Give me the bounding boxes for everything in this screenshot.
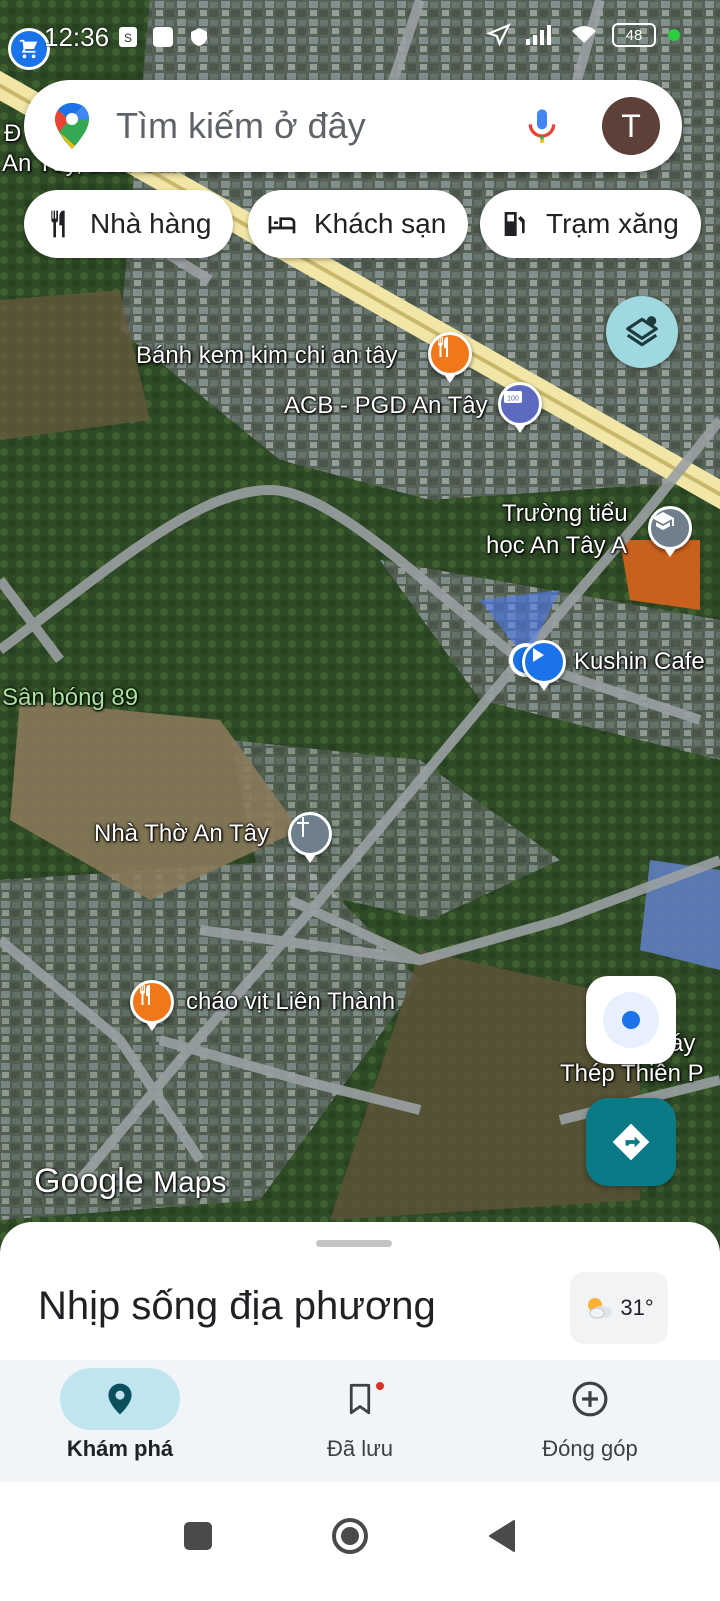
- map-label-school-line1[interactable]: Trường tiểu: [502, 500, 628, 528]
- play-arrow-icon: [533, 648, 544, 662]
- map-label-church[interactable]: Nhà Thờ An Tây: [94, 820, 269, 848]
- map-layers-button[interactable]: [606, 296, 678, 368]
- add-circle-icon: [572, 1381, 608, 1417]
- unread-dot-icon: [374, 1380, 386, 1392]
- nav-explore[interactable]: Khám phá: [0, 1360, 240, 1482]
- map-label-bank[interactable]: ACB - PGD An Tây: [284, 392, 488, 420]
- restaurant-pin-icon[interactable]: [428, 332, 472, 383]
- battery-level: 48: [625, 26, 643, 44]
- fork-knife-icon: [140, 985, 150, 1005]
- weather-chip[interactable]: 31°: [570, 1272, 668, 1344]
- chip-label: Nhà hàng: [90, 208, 212, 239]
- bookmark-icon: [349, 1383, 371, 1415]
- bottom-navigation: Khám phá Đã lưu Đóng góp: [0, 1360, 720, 1482]
- map-label-bakery[interactable]: Bánh kem kim chi an tây: [136, 342, 397, 370]
- svg-text:S: S: [124, 31, 132, 45]
- directions-button[interactable]: [586, 1098, 676, 1186]
- graduation-cap-icon: [652, 512, 674, 530]
- chip-restaurants[interactable]: Nhà hàng: [24, 190, 234, 258]
- logo-google: Google: [34, 1162, 144, 1200]
- chip-label: Khách sạn: [314, 208, 447, 239]
- shield-icon: [191, 28, 207, 46]
- map-label-cafe[interactable]: Kushin Cafe: [574, 648, 705, 676]
- cafe-pin-icon[interactable]: [522, 640, 566, 691]
- nav-pill: [530, 1368, 650, 1430]
- battery-indicator: 48: [612, 23, 656, 47]
- search-input[interactable]: Tìm kiếm ở đây: [116, 105, 522, 147]
- back-triangle-icon: [489, 1520, 515, 1552]
- nav-label: Khám phá: [66, 1436, 174, 1461]
- home-circle-icon: [332, 1518, 368, 1554]
- directions-icon: [612, 1123, 650, 1161]
- nav-pill: [300, 1368, 420, 1430]
- google-maps-watermark: Google Maps: [34, 1162, 226, 1201]
- navigation-arrow-icon: [486, 23, 512, 47]
- map-label-porridge[interactable]: cháo vịt Liên Thành: [186, 988, 395, 1016]
- home-button[interactable]: [322, 1508, 378, 1564]
- nav-label: Đã lưu: [326, 1436, 394, 1461]
- sheet-title: Nhịp sống địa phương: [38, 1284, 436, 1328]
- logo-maps: Maps: [153, 1166, 227, 1199]
- svg-text:100: 100: [507, 396, 519, 403]
- satellite-map[interactable]: Đ An Tây, Bến Cát Bánh kem kim chi an tâ…: [0, 0, 720, 1260]
- chip-gas-stations[interactable]: Trạm xăng: [480, 190, 701, 258]
- recent-apps-button[interactable]: [170, 1508, 226, 1564]
- nav-saved[interactable]: Đã lưu: [240, 1360, 480, 1482]
- cross-icon: [297, 817, 309, 837]
- layers-icon: [626, 316, 658, 347]
- nav-label: Đóng góp: [542, 1436, 638, 1461]
- back-button[interactable]: [474, 1508, 530, 1564]
- nav-pill: [60, 1368, 180, 1430]
- restaurant-pin-icon[interactable]: [130, 980, 174, 1031]
- gas-station-icon: [504, 212, 525, 236]
- my-location-icon: [603, 992, 659, 1048]
- partly-cloudy-icon: [588, 1298, 613, 1319]
- nav-contribute[interactable]: Đóng góp: [470, 1360, 710, 1482]
- status-time: 12:36: [44, 22, 110, 52]
- chip-hotels[interactable]: Khách sạn: [248, 190, 469, 258]
- file-icon: S: [119, 27, 137, 47]
- system-navigation-bar: [0, 1482, 720, 1601]
- map-label-field[interactable]: Sân bóng 89: [2, 684, 138, 712]
- status-bar: 12:36 S 48: [0, 0, 720, 72]
- fork-knife-icon: [438, 337, 448, 357]
- green-dot-icon: [668, 29, 680, 41]
- map-label-school-line2[interactable]: học An Tây A: [486, 532, 627, 560]
- my-location-button[interactable]: [586, 976, 676, 1064]
- map-label-corner: Đ: [4, 120, 22, 147]
- bed-icon: [268, 216, 296, 234]
- atm-icon: 100: [504, 391, 522, 403]
- map-label-factory-line2[interactable]: Thép Thiên P: [560, 1060, 704, 1088]
- chip-label: Trạm xăng: [546, 208, 679, 239]
- wifi-icon: [572, 26, 596, 43]
- location-pin-icon: [108, 1383, 132, 1415]
- temperature: 31°: [620, 1295, 654, 1320]
- microphone-icon[interactable]: [522, 106, 562, 146]
- signal-icon: [526, 25, 551, 45]
- fork-knife-icon: [51, 210, 65, 238]
- google-maps-logo-icon: [55, 103, 89, 149]
- square-icon: [184, 1522, 212, 1550]
- search-bar[interactable]: Tìm kiếm ở đây T: [24, 80, 682, 172]
- church-pin-icon[interactable]: [288, 812, 332, 863]
- school-pin-icon[interactable]: [648, 506, 692, 557]
- bank-pin-icon[interactable]: 100: [498, 382, 542, 433]
- sheet-drag-handle[interactable]: [316, 1240, 392, 1247]
- avatar[interactable]: T: [602, 97, 660, 155]
- bottom-sheet[interactable]: Nhịp sống địa phương 31°: [0, 1222, 720, 1362]
- notification-square-icon: [153, 27, 173, 47]
